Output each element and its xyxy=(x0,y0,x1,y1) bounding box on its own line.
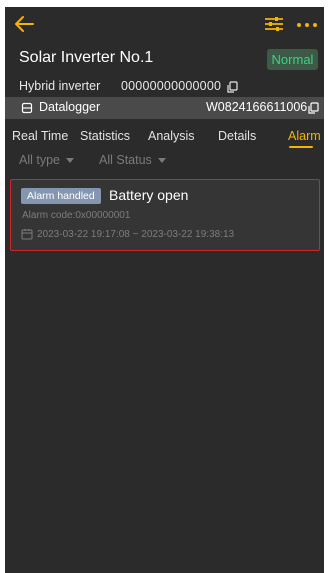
filter-sliders-icon[interactable] xyxy=(263,14,285,34)
top-bar xyxy=(5,7,324,41)
chevron-down-icon xyxy=(157,158,166,164)
app-view: Solar Inverter No.1 Normal Hybrid invert… xyxy=(5,7,324,573)
screen: Solar Inverter No.1 Normal Hybrid invert… xyxy=(0,0,330,573)
copy-icon[interactable] xyxy=(226,81,239,94)
device-serial-number: 00000000000000 xyxy=(121,79,222,93)
alarm-status-filter-label: All Status xyxy=(99,153,152,167)
device-type: Hybrid inverter xyxy=(19,79,101,93)
tab-details[interactable]: Details xyxy=(218,129,256,143)
calendar-icon xyxy=(21,229,33,240)
alarm-type-filter-label: All type xyxy=(19,153,60,167)
alarm-code: Alarm code:0x00000001 xyxy=(22,210,131,221)
tab-analysis[interactable]: Analysis xyxy=(148,129,195,143)
active-tab-indicator xyxy=(289,146,313,148)
tab-alarm[interactable]: Alarm xyxy=(288,129,321,143)
device-name: Solar Inverter No.1 xyxy=(19,49,154,66)
datalogger-serial-number: W0824166611006 xyxy=(206,100,308,114)
alarm-list-item[interactable]: Alarm handled Battery open Alarm code:0x… xyxy=(10,179,320,251)
chevron-down-icon xyxy=(66,158,74,164)
more-dots-icon[interactable] xyxy=(295,14,319,34)
datalogger-row[interactable]: Datalogger W0824166611006 xyxy=(5,97,324,119)
alarm-title: Battery open xyxy=(109,187,189,203)
back-arrow-icon[interactable] xyxy=(13,13,35,35)
copy-icon[interactable] xyxy=(307,102,320,115)
datalogger-icon xyxy=(21,102,33,114)
alarm-type-filter[interactable]: All type xyxy=(19,153,74,167)
status-badge: Normal xyxy=(267,49,318,70)
alarm-status-filter[interactable]: All Status xyxy=(99,153,166,167)
datalogger-label: Datalogger xyxy=(39,100,101,114)
alarm-status-badge: Alarm handled xyxy=(21,188,101,204)
alarm-time-range: 2023-03-22 19:17:08 ~ 2023-03-22 19:38:1… xyxy=(37,229,235,240)
tab-real-time[interactable]: Real Time xyxy=(12,129,68,143)
tab-statistics[interactable]: Statistics xyxy=(80,129,130,143)
